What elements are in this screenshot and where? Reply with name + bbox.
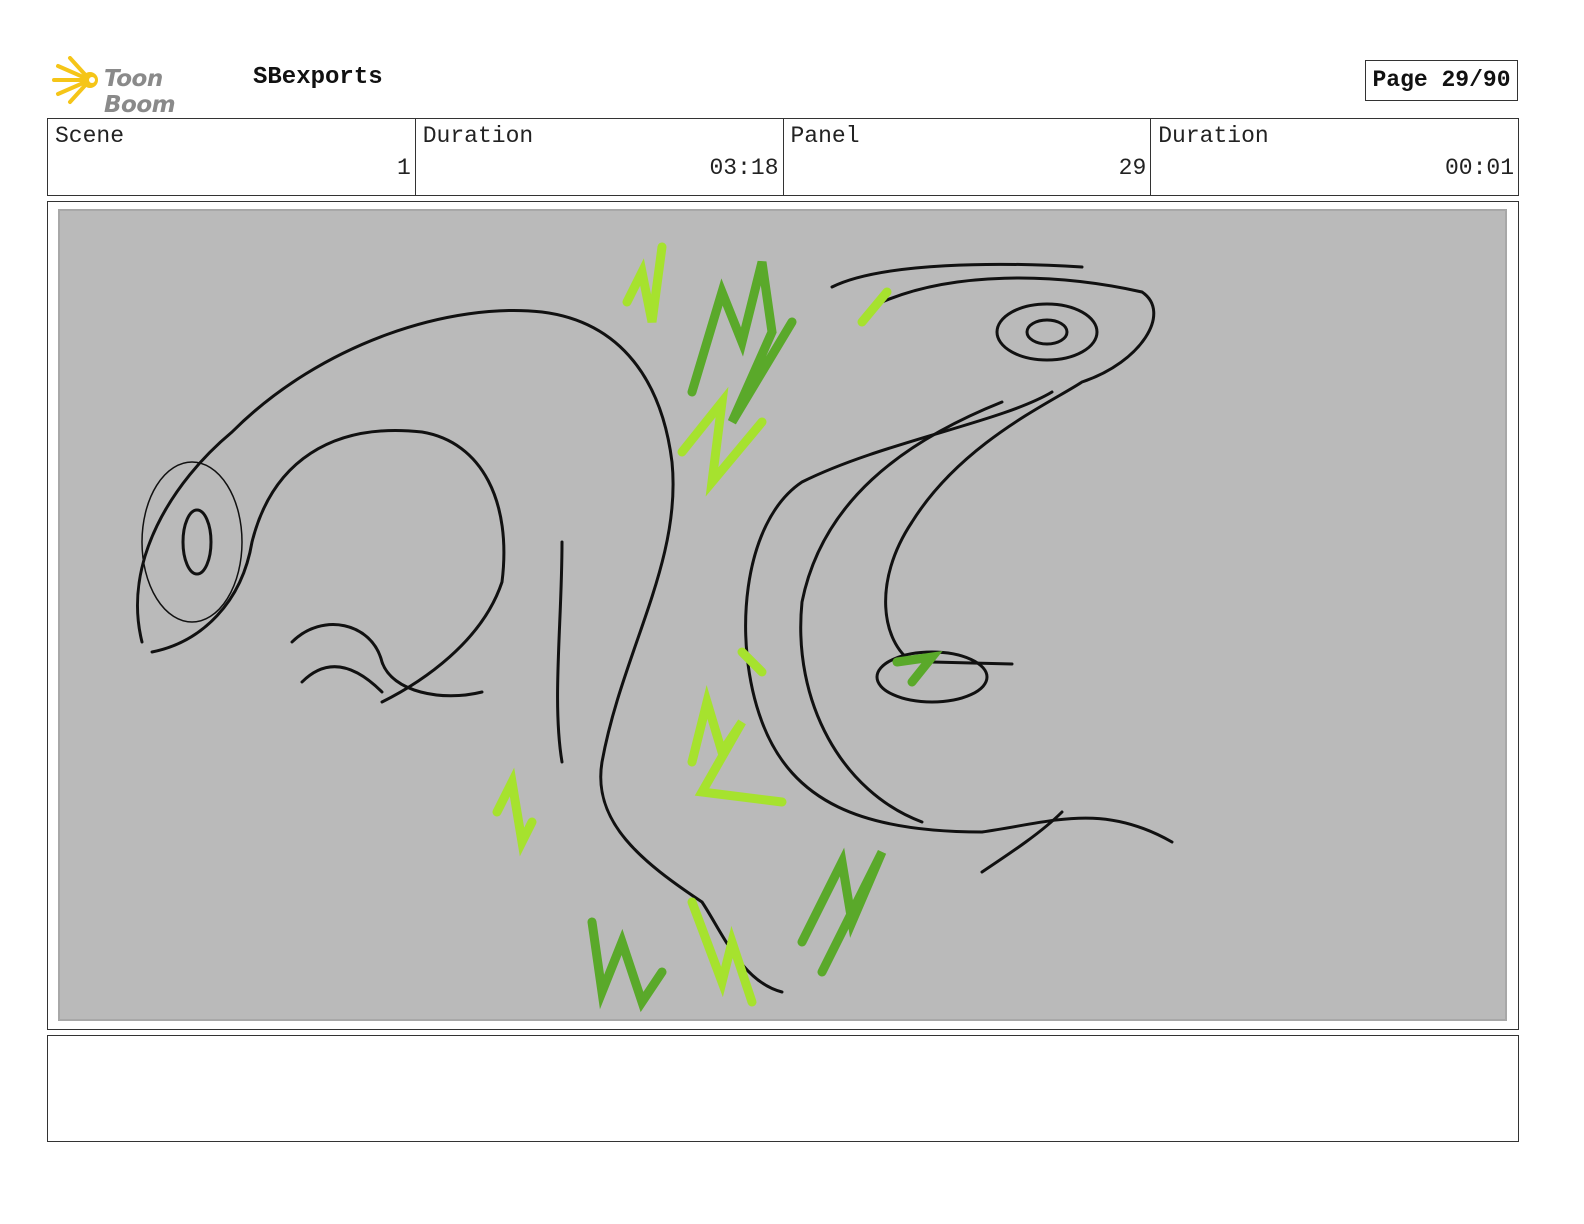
panel-cell: Panel 29 <box>784 119 1152 195</box>
starburst-icon <box>52 56 98 104</box>
logo-text: Toon Boom <box>104 66 176 118</box>
panel-duration-label: Duration <box>1158 123 1269 149</box>
scene-duration-label: Duration <box>422 123 534 149</box>
storyboard-page: Toon Boom SBexports Page 29/90 Scene 1 Du… <box>0 0 1584 1224</box>
panel-info-table: Scene 1 Duration 03:18 Panel 29 Duration 00:… <box>47 118 1519 196</box>
scene-value: 1 <box>396 155 411 181</box>
panel-duration-value: 00:01 <box>1444 155 1514 181</box>
scene-label: Scene <box>55 123 125 149</box>
sketch-drawing <box>136 242 1174 1013</box>
toon-boom-logo: Toon Boom <box>50 56 240 118</box>
page-number: Page 29/90 <box>1365 60 1518 101</box>
sketch-image <box>58 209 1507 1021</box>
panel-value: 29 <box>1118 155 1147 181</box>
panel-frame <box>47 201 1519 1030</box>
scene-cell: Scene 1 <box>48 119 416 195</box>
project-title: SBexports <box>253 64 383 91</box>
panel-label: Panel <box>790 123 860 149</box>
scene-duration-cell: Duration 03:18 <box>416 119 784 195</box>
panel-notes <box>47 1035 1519 1142</box>
scene-duration-value: 03:18 <box>709 155 779 181</box>
panel-duration-cell: Duration 00:01 <box>1151 119 1518 195</box>
